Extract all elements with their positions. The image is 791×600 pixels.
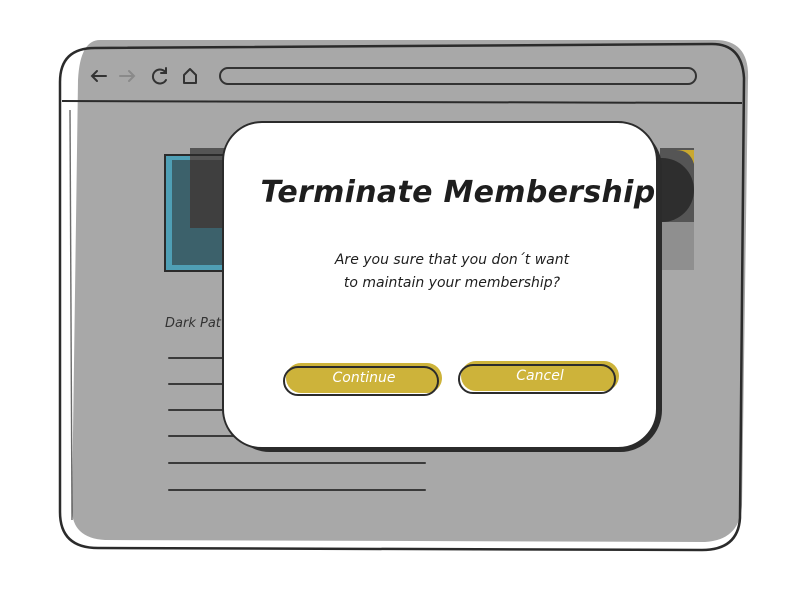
dialog-message: Are you sure that you don´t want to main… xyxy=(284,249,620,295)
address-bar[interactable] xyxy=(219,67,697,85)
dialog-message-line-2: to maintain your membership? xyxy=(343,275,561,291)
forward-button[interactable] xyxy=(114,63,140,89)
terminate-membership-dialog: Terminate Membership Are you sure that y… xyxy=(222,121,658,449)
reload-icon xyxy=(152,67,167,85)
reload-button[interactable] xyxy=(147,63,173,89)
dialog-title: Terminate Membership xyxy=(260,175,656,210)
dialog-message-line-1: Are you sure that you don´t want xyxy=(334,252,570,268)
window-edge-sketch xyxy=(69,109,73,521)
continue-button[interactable]: Continue xyxy=(283,363,442,396)
arrow-right-icon xyxy=(119,70,136,82)
text-placeholder-line xyxy=(168,462,426,464)
text-placeholder-line xyxy=(168,435,238,437)
arrow-left-icon xyxy=(90,70,107,82)
page-caption: Dark Pat xyxy=(165,316,221,331)
illustration-stage: Dark Pat Terminate Membership Are you su… xyxy=(0,0,791,600)
home-icon xyxy=(183,68,197,84)
text-placeholder-line xyxy=(168,489,426,491)
continue-button-label: Continue xyxy=(332,370,396,386)
cancel-button[interactable]: Cancel xyxy=(458,361,619,394)
cancel-button-label: Cancel xyxy=(516,368,564,384)
back-button[interactable] xyxy=(86,63,112,89)
home-button[interactable] xyxy=(177,63,203,89)
